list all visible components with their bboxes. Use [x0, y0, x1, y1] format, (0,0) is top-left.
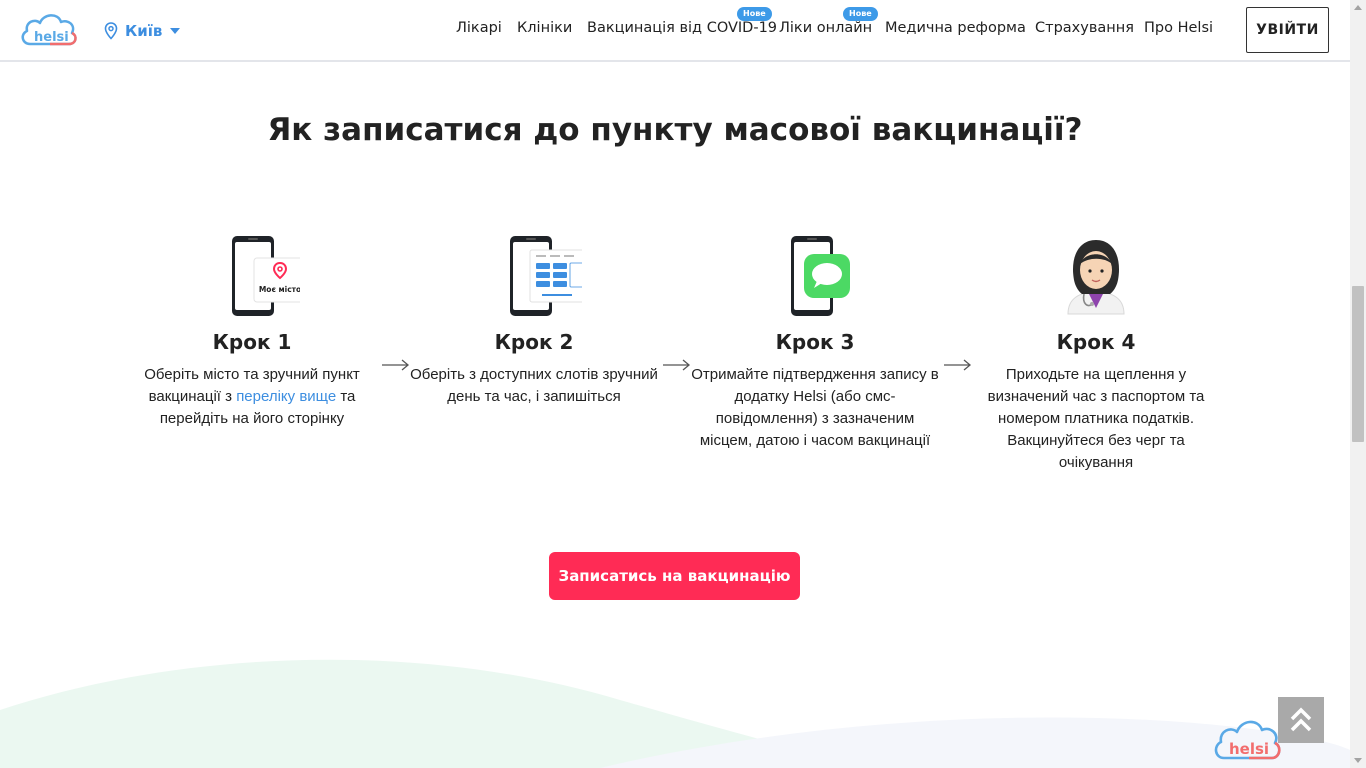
step-description: Отримайте підтвердження запису в додатку… [691, 366, 939, 449]
nav-medicines-online[interactable]: Ліки онлайн Нове [779, 7, 878, 42]
nav-doctors[interactable]: Лікарі [456, 20, 502, 42]
step-4: Крок 4 Приходьте на щеплення у визначени… [971, 228, 1221, 474]
page-scrollbar[interactable] [1350, 0, 1366, 768]
nav-covid-vaccination-label: Вакцинація від COVID-19 [587, 20, 778, 36]
location-pin-icon [104, 22, 118, 40]
scroll-up-arrow-icon[interactable] [1354, 5, 1362, 10]
step-description: Оберіть з доступних слотів зручний день … [410, 366, 658, 405]
footer-logo-wordmark: helsi [1229, 740, 1269, 758]
doctor-icon [1048, 228, 1144, 324]
step-title: Крок 1 [212, 330, 292, 354]
city-name: Київ [125, 22, 163, 40]
decorative-wave [0, 659, 1350, 768]
nav-clinics[interactable]: Клініки [517, 20, 572, 42]
new-badge: Нове [737, 7, 772, 21]
page-title: Як записатися до пункту масової вакцинац… [267, 112, 1083, 148]
helsi-logo[interactable]: helsi [20, 10, 80, 50]
logo-wordmark: helsi [34, 30, 69, 45]
step-title: Крок 4 [1056, 330, 1136, 354]
chevron-down-icon [170, 28, 181, 34]
step-3: Крок 3 Отримайте підтвердження запису в … [690, 228, 940, 452]
nav-about-helsi[interactable]: Про Helsi [1144, 20, 1213, 42]
scroll-down-arrow-icon[interactable] [1354, 758, 1362, 763]
step-description: Оберіть місто та зручний пункт вакцинаці… [127, 364, 377, 430]
phone-message-icon [767, 228, 863, 324]
scrollbar-thumb[interactable] [1352, 286, 1364, 442]
step-2: Крок 2 Оберіть з доступних слотів зручни… [409, 228, 659, 408]
double-chevron-up-icon [1290, 707, 1312, 732]
arrow-right-icon [382, 359, 410, 371]
helsi-footer-logo: helsi [1212, 712, 1286, 768]
nav-covid-vaccination[interactable]: Вакцинація від COVID-19 Нове [587, 7, 778, 42]
book-vaccination-button[interactable]: Записатись на вакцинацію [549, 552, 800, 600]
site-header: helsi Київ Лікарі Клініки Вакцинація від… [0, 0, 1350, 62]
step-title: Крок 2 [494, 330, 574, 354]
phone-time-slots-icon [486, 228, 589, 324]
icon-caption: Моє місто [259, 285, 300, 294]
step-title: Крок 3 [775, 330, 855, 354]
login-button[interactable]: УВІЙТИ [1246, 7, 1329, 53]
step-description: Приходьте на щеплення у визначений час з… [987, 366, 1205, 471]
nav-insurance[interactable]: Страхування [1035, 20, 1134, 42]
arrow-right-icon [944, 359, 972, 371]
step-1: Моє місто Крок 1 Оберіть місто та зручни… [127, 228, 377, 430]
city-selector[interactable]: Київ [104, 20, 181, 42]
phone-map-pin-icon: Моє місто [204, 228, 307, 324]
new-badge: Нове [843, 7, 878, 21]
nav-medicines-online-label: Ліки онлайн [779, 20, 873, 36]
arrow-right-icon [663, 359, 691, 371]
nav-medical-reform[interactable]: Медична реформа [885, 20, 1026, 42]
vaccination-list-link[interactable]: переліку вище [236, 388, 336, 405]
